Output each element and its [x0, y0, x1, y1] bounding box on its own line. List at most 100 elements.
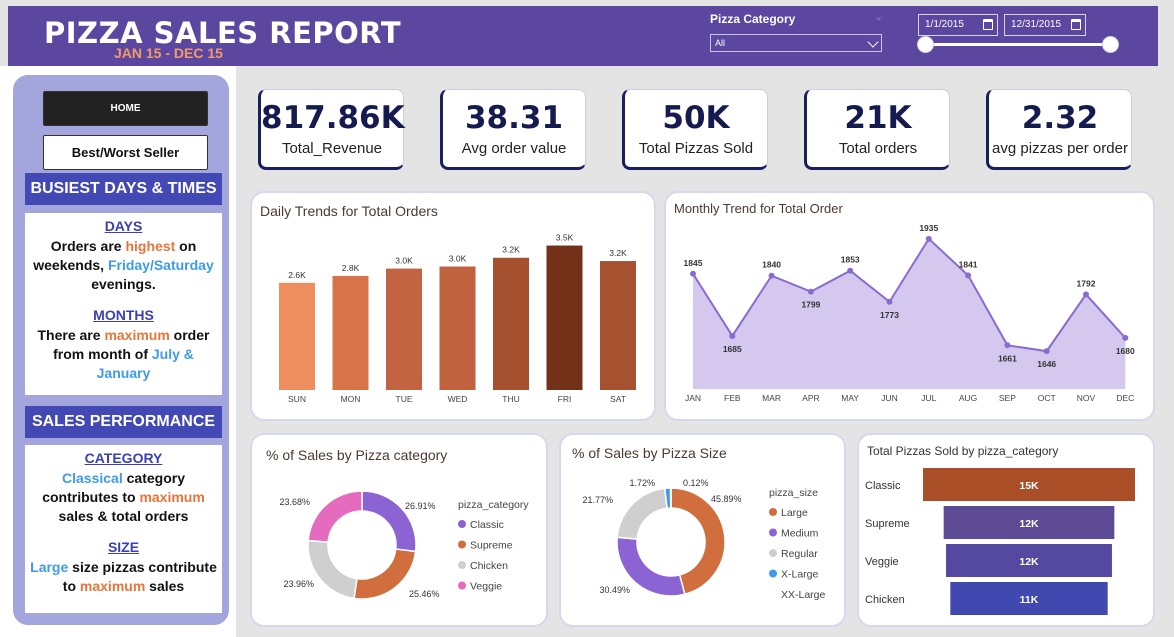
date-range-slider-track[interactable] — [925, 43, 1110, 46]
dropdown-selected-value: All — [715, 38, 726, 48]
x-tick-label: FEB — [724, 393, 741, 403]
busiest-days-heading: BUSIEST DAYS & TIMES — [25, 173, 222, 205]
x-tick-label: JUL — [921, 393, 936, 403]
calendar-icon[interactable] — [1071, 19, 1081, 30]
data-label: 12K — [1019, 556, 1039, 568]
calendar-icon[interactable] — [983, 19, 993, 30]
sales-by-category-card: % of Sales by Pizza category 26.91% 25.46… — [250, 433, 548, 627]
kpi-value: 50K — [662, 100, 730, 136]
sales-by-size-donut[interactable]: 45.89% 30.49% 21.77% 1.72% 0.12% pizza_size La… — [561, 435, 844, 625]
data-point — [847, 267, 854, 274]
slice-label: 21.77% — [582, 495, 613, 505]
bar-sat — [600, 261, 636, 390]
kpi-label: Total_Revenue — [281, 140, 383, 157]
data-label: 3.2K — [502, 245, 520, 255]
bar-mon — [332, 275, 369, 390]
slice-label: 25.46% — [409, 589, 440, 599]
bar-wed — [439, 266, 476, 390]
monthly-trend-chart[interactable]: 1845 JAN 1685 FEB 1840 MAR 1799 APR 1853 MAY 1773 J… — [666, 193, 1153, 419]
bar-fri — [546, 245, 583, 390]
data-point — [1122, 334, 1129, 341]
kpi-value: 38.31 — [464, 100, 564, 136]
legend-swatch — [458, 561, 466, 569]
data-point — [886, 298, 893, 305]
legend-title: pizza_size — [769, 487, 818, 499]
bar-thu — [493, 257, 529, 390]
legend-item: X-Large — [781, 569, 819, 581]
data-label: 3.0K — [449, 254, 467, 264]
legend-swatch — [769, 528, 777, 537]
data-point — [925, 235, 932, 242]
legend-item: Medium — [781, 528, 819, 540]
size-heading: SIZE — [107, 539, 140, 555]
months-heading: MONTHS — [93, 307, 154, 323]
kpi-label: avg pizzas per order — [992, 140, 1128, 157]
date-slider-end-handle[interactable] — [1102, 36, 1119, 53]
sales-by-category-donut[interactable]: 26.91% 25.46% 23.96% 23.68% pizza_category Cl… — [252, 435, 546, 625]
filter-clear-icon[interactable]: ⌄ — [874, 10, 883, 23]
area-fill — [693, 238, 1126, 389]
data-label: 1680 — [1116, 346, 1135, 356]
kpi-card-total-revenue: 817.86K Total_Revenue — [258, 89, 405, 170]
monthly-trend-card: Monthly Trend for Total Order 1845 JAN 168… — [664, 191, 1155, 421]
kpi-card-total-pizzas-sold: 50K Total Pizzas Sold — [622, 89, 768, 170]
x-tick-label: SAT — [610, 394, 626, 404]
data-point — [965, 272, 972, 279]
sales-by-size-card: % of Sales by Pizza Size 45.89% 30.49% 21.… — [559, 433, 846, 627]
busiest-days-info: DAYS Orders are highest on weekends, Fri… — [25, 213, 222, 395]
home-button[interactable]: HOME — [43, 91, 208, 126]
x-tick-label: THU — [502, 394, 519, 404]
report-header: PIZZA SALES REPORT JAN 15 - DEC 15 Pizza… — [8, 6, 1158, 66]
x-tick-label: MAR — [762, 393, 781, 403]
data-label: 1845 — [684, 258, 703, 268]
date-range-subtitle: JAN 15 - DEC 15 — [114, 45, 223, 61]
data-label: 1661 — [998, 353, 1017, 363]
data-label: 2.8K — [342, 263, 360, 273]
data-label: 2.6K — [288, 270, 306, 280]
chevron-down-icon — [867, 36, 879, 48]
data-label: 1935 — [919, 223, 938, 233]
kpi-card-total-orders: 21K Total orders — [804, 89, 950, 170]
data-label: 3.2K — [609, 248, 627, 258]
legend-swatch — [769, 569, 777, 578]
data-point — [768, 272, 775, 279]
kpi-label: Total Pizzas Sold — [638, 140, 754, 157]
sidebar: HOME Best/Worst Seller BUSIEST DAYS & TI… — [10, 72, 232, 628]
start-date-input[interactable]: 1/1/2015 — [918, 14, 998, 36]
legend-swatch — [458, 520, 466, 528]
data-label: 1853 — [841, 255, 860, 265]
date-slider-start-handle[interactable] — [917, 36, 934, 53]
data-label: 3.0K — [395, 256, 413, 266]
x-tick-label: NOV — [1077, 393, 1096, 403]
days-heading: DAYS — [104, 218, 143, 234]
x-tick-label: APR — [802, 393, 819, 403]
x-tick-label: SUN — [288, 394, 306, 404]
x-tick-label: SEP — [999, 393, 1016, 403]
data-label: 1792 — [1077, 278, 1096, 288]
x-tick-label: DEC — [1116, 393, 1134, 403]
pizzas-sold-funnel-chart[interactable]: 15K Classic 12K Supreme 12K Veggie 11K Chicken — [859, 435, 1153, 625]
legend-item: Regular — [781, 548, 818, 560]
data-label: 1840 — [762, 260, 781, 270]
category-label: Classic — [865, 480, 901, 492]
data-label: 3.5K — [556, 233, 574, 243]
data-point — [1043, 348, 1050, 355]
end-date-input[interactable]: 12/31/2015 — [1004, 14, 1086, 36]
best-worst-seller-button[interactable]: Best/Worst Seller — [43, 135, 208, 170]
slice-label: 23.96% — [283, 579, 314, 589]
slice-label: 26.91% — [405, 501, 436, 511]
daily-trends-chart[interactable]: 2.6K SUN 2.8K MON 3.0K TUE 3.0K WED 3.2K THU 3.5K F… — [252, 193, 654, 419]
legend-item: Veggie — [470, 581, 502, 593]
pizza-category-dropdown[interactable]: All — [710, 34, 882, 52]
category-label: Veggie — [865, 556, 899, 568]
data-point — [729, 332, 736, 339]
data-point — [1004, 342, 1011, 349]
x-tick-label: AUG — [959, 393, 977, 403]
legend-swatch — [458, 540, 466, 549]
sales-performance-info: CATEGORY Classical category contributes … — [25, 445, 222, 613]
data-label: 1685 — [723, 344, 742, 354]
slice-label: 30.49% — [599, 585, 630, 595]
legend-title: pizza_category — [458, 499, 529, 511]
slice-label: 0.12% — [683, 478, 709, 488]
data-label: 12K — [1019, 518, 1039, 530]
